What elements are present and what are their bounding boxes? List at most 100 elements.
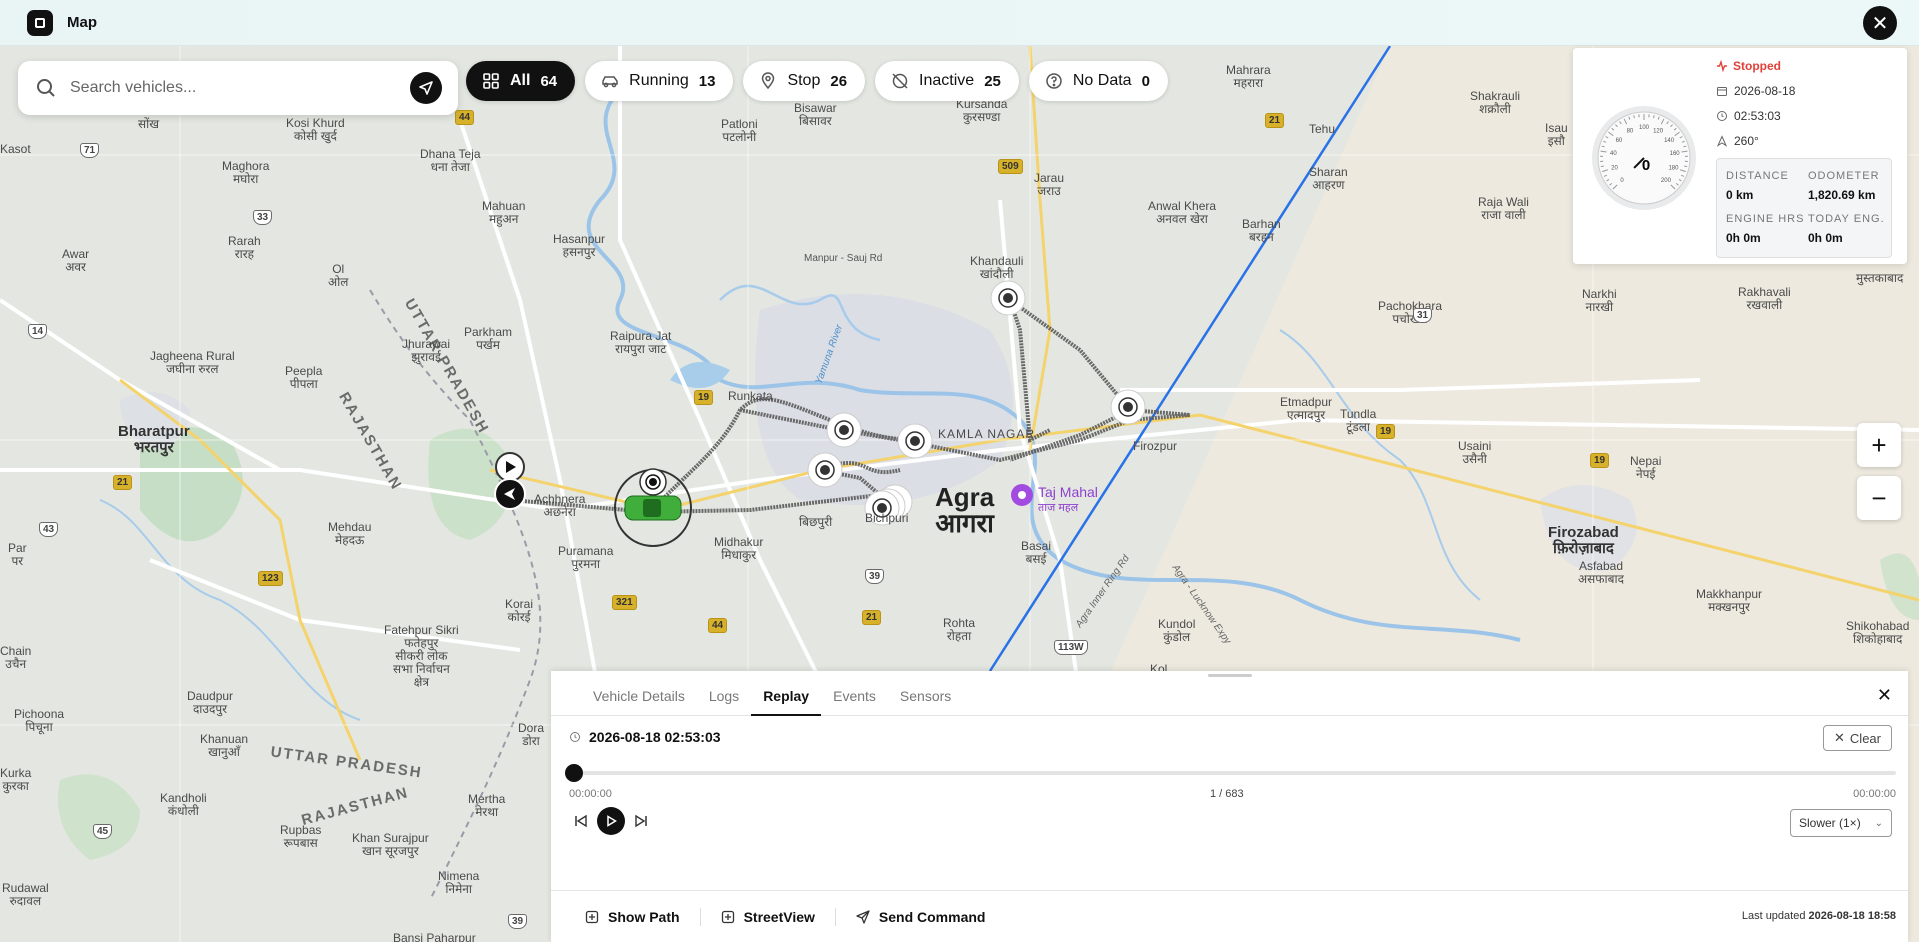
filter-all[interactable]: All 64 [466, 61, 576, 101]
stat-distance: DISTANCE 0 km [1726, 170, 1789, 202]
filter-label: Stop [787, 72, 821, 89]
speed-value: 0 [1642, 157, 1650, 174]
send-command-button[interactable]: Send Command [836, 906, 1006, 928]
gauge-tick-label: 200 [1661, 178, 1672, 184]
gauge-tick-label: 60 [1616, 138, 1623, 144]
place-label: Mahrara महरारा [1226, 63, 1271, 90]
zoom-in-button[interactable]: + [1857, 423, 1901, 467]
place-label: Asfabad असफाबाद [1578, 559, 1624, 586]
road-shield: 123 [258, 571, 283, 586]
search-icon [37, 79, 55, 97]
road-shield: 21 [113, 475, 133, 490]
place-label: Kundol कुंडोल [1158, 617, 1196, 644]
skip-back-button[interactable] [571, 807, 591, 835]
search-input[interactable] [70, 79, 390, 97]
timeline-thumb[interactable] [565, 764, 583, 782]
replay-timeline[interactable] [572, 771, 1896, 775]
place-label: Raipura Jat रायपुरा जाट [610, 329, 672, 356]
info-time: 02:53:03 [1716, 109, 1781, 123]
filter-inactive[interactable]: Inactive 25 [875, 61, 1019, 101]
filter-running[interactable]: Running 13 [585, 61, 734, 101]
taj-mahal-pin [1011, 484, 1033, 506]
help-circle-icon [1046, 73, 1062, 89]
road-shield: 14 [28, 324, 48, 339]
place-label: Rupbas रूपबास [280, 823, 322, 850]
place-label: Isau इसौ [1545, 121, 1568, 148]
close-map-button[interactable]: ✕ [1863, 6, 1897, 40]
place-label: बिछपुरी [799, 515, 833, 529]
stat-today-engine: TODAY ENG. 0h 0m [1808, 213, 1885, 245]
gauge-tick-label: 120 [1653, 128, 1664, 134]
place-label: Midhakur मिधाकुर [714, 535, 764, 562]
time-value: 02:53:03 [1734, 109, 1781, 123]
streetview-button[interactable]: StreetView [701, 906, 835, 928]
place-label: Usaini उसैनी [1458, 439, 1492, 466]
gauge-tick-label: 40 [1610, 151, 1617, 157]
road-shield: 21 [1265, 113, 1285, 128]
tab-vehicle-details[interactable]: Vehicle Details [581, 671, 697, 715]
clock-icon [1717, 111, 1727, 121]
tab-logs[interactable]: Logs [697, 671, 751, 715]
show-path-button[interactable]: Show Path [565, 906, 700, 928]
playback-speed-select[interactable]: Slower (1×) ⌄ [1790, 809, 1892, 837]
replay-position: 1 / 683 [1210, 788, 1244, 800]
place-label: Rarah रारह [228, 234, 261, 261]
navigation-arrow-icon [419, 81, 433, 95]
filter-label: Running [629, 72, 689, 89]
place-label: Bharatpur भरतपुर [118, 423, 190, 456]
place-label: Chain उचैन [0, 644, 32, 671]
gauge-tick-label: 20 [1611, 166, 1618, 172]
end-marker [494, 478, 526, 510]
place-label: Firozpur [1133, 439, 1178, 453]
tab-sensors[interactable]: Sensors [888, 671, 963, 715]
place-label: Kasot [0, 142, 31, 156]
place-label: Basai बसई [1021, 539, 1052, 566]
road-shield: 71 [80, 143, 100, 158]
panel-tabs: Vehicle Details Logs Replay Events Senso… [551, 671, 1908, 716]
clear-label: Clear [1849, 730, 1881, 746]
calendar-icon [1717, 87, 1727, 96]
place-label: Kurka कुरका [0, 766, 32, 793]
gauge-tick-label: 100 [1639, 125, 1650, 131]
place-label: Peepla पीपला [285, 364, 323, 391]
locate-button[interactable] [410, 72, 442, 104]
road-shield: 39 [508, 914, 528, 929]
filter-no-data[interactable]: No Data 0 [1028, 61, 1168, 101]
gauge-tick [1600, 165, 1604, 168]
place-label: Mahuan महुअन [482, 199, 526, 226]
speedometer-gauge: 020406080100120140160180200 0 [1592, 106, 1696, 210]
play-icon [607, 815, 617, 827]
tab-events[interactable]: Events [821, 671, 888, 715]
close-panel-button[interactable]: ✕ [1877, 685, 1892, 706]
place-label: Sharan आहरण [1309, 165, 1348, 192]
time-start: 00:00:00 [569, 788, 612, 800]
place-label: Ol ओल [328, 262, 349, 289]
place-label: KAMLA NAGAR [938, 427, 1036, 441]
place-label: Pichoona पिचूना [14, 707, 65, 734]
no-signal-icon [892, 73, 908, 89]
filter-stop[interactable]: Stop 26 [743, 61, 866, 101]
skip-forward-button[interactable] [631, 807, 651, 835]
status-text: Stopped [1733, 59, 1781, 73]
clock-icon [570, 732, 580, 742]
place-label: Patloni पटलोनी [721, 117, 758, 144]
skip-back-icon [575, 814, 587, 828]
skip-forward-icon [635, 814, 647, 828]
road-shield: 321 [612, 595, 637, 610]
filter-count: 26 [830, 72, 848, 90]
tab-replay[interactable]: Replay [751, 671, 822, 716]
filter-count: 25 [984, 72, 1001, 90]
road-label: Manpur - Sauj Rd [804, 253, 883, 264]
vehicle-stats: DISTANCE 0 km ODOMETER 1,820.69 km ENGINE … [1716, 158, 1892, 258]
road-shield: 19 [1590, 453, 1610, 468]
place-label: Jagheena Rural जघीना रुरल [150, 349, 235, 376]
road-shield: 45 [93, 824, 113, 839]
chevron-down-icon: ⌄ [1874, 817, 1883, 829]
play-button[interactable] [597, 807, 625, 835]
place-label: Khandauli खांदौली [970, 254, 1024, 281]
place-label: Shakrauli शक्रौली [1470, 89, 1521, 116]
map-pin-icon [762, 72, 775, 90]
zoom-out-button[interactable]: − [1857, 476, 1901, 520]
activity-icon [1717, 60, 1727, 72]
clear-button[interactable]: ✕ Clear [1823, 725, 1892, 751]
